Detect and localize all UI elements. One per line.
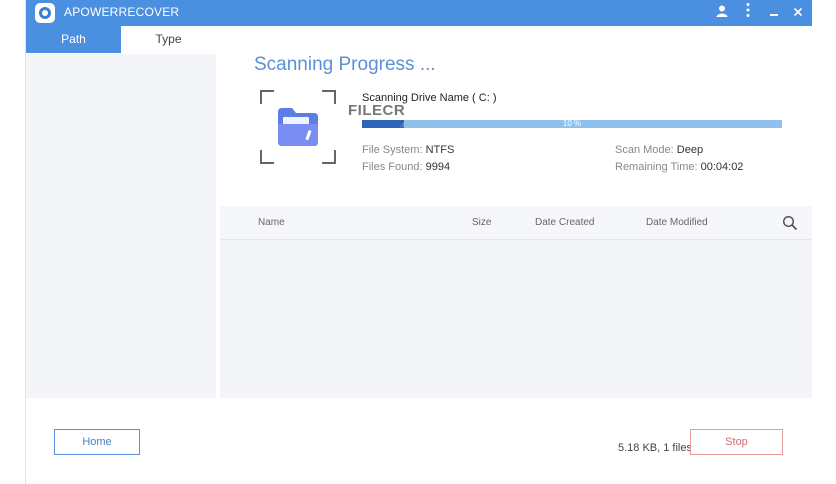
scan-progress-bar: 10 % xyxy=(362,119,782,128)
scan-progress-text: 10 % xyxy=(562,119,582,128)
close-icon[interactable] xyxy=(788,2,808,24)
scan-title: Scanning Progress ... xyxy=(254,54,436,75)
files-found-value: 9994 xyxy=(425,161,451,173)
found-size-text: 5.18 KB, 1 files xyxy=(618,442,692,454)
file-table-body xyxy=(220,240,812,398)
tab-path[interactable]: Path xyxy=(26,26,121,53)
scan-mode-label: Scan Mode: xyxy=(615,144,674,156)
file-system-value: NTFS xyxy=(425,144,455,156)
scan-mode-value: Deep xyxy=(676,144,704,156)
column-date-modified[interactable]: Date Modified xyxy=(646,217,708,228)
home-button[interactable]: Home xyxy=(54,429,140,455)
files-found-info: Files Found: 9994 xyxy=(362,161,450,173)
app-title: APOWERRECOVER xyxy=(64,5,180,19)
app-logo-icon xyxy=(35,3,55,23)
tab-type[interactable]: Type xyxy=(121,26,216,53)
file-system-info: File System: NTFS xyxy=(362,144,454,156)
column-name[interactable]: Name xyxy=(258,217,285,228)
remaining-time-label: Remaining Time: xyxy=(615,161,698,173)
scanning-folder-graphic xyxy=(260,90,336,164)
file-table-header: Name Size Date Created Date Modified xyxy=(220,206,812,240)
footer-bar: Home 5.18 KB, 1 files Stop xyxy=(26,398,812,484)
remaining-time-info: Remaining Time: 00:04:02 xyxy=(615,161,743,173)
watermark-logo: FILECR xyxy=(348,102,406,119)
stop-button[interactable]: Stop xyxy=(690,429,783,455)
column-size[interactable]: Size xyxy=(472,217,491,228)
search-icon[interactable] xyxy=(782,215,798,236)
menu-dots-icon[interactable] xyxy=(738,2,758,24)
watermark-sub: .com xyxy=(400,120,418,129)
user-icon[interactable] xyxy=(712,2,732,24)
file-system-label: File System: xyxy=(362,144,423,156)
title-bar: APOWERRECOVER xyxy=(26,0,812,26)
scan-mode-info: Scan Mode: Deep xyxy=(615,144,703,156)
view-tabs: Path Type xyxy=(26,26,216,54)
path-tree-panel xyxy=(26,54,216,398)
files-found-label: Files Found: xyxy=(362,161,423,173)
folder-icon xyxy=(278,108,318,146)
remaining-time-value: 00:04:02 xyxy=(700,161,744,173)
scan-progress-panel: Scanning Progress ... Scanning Drive Nam… xyxy=(216,26,812,206)
column-date-created[interactable]: Date Created xyxy=(535,217,594,228)
app-window: APOWERRECOVER Path Type Scanning Progres… xyxy=(25,0,812,484)
minimize-icon[interactable] xyxy=(764,2,784,24)
